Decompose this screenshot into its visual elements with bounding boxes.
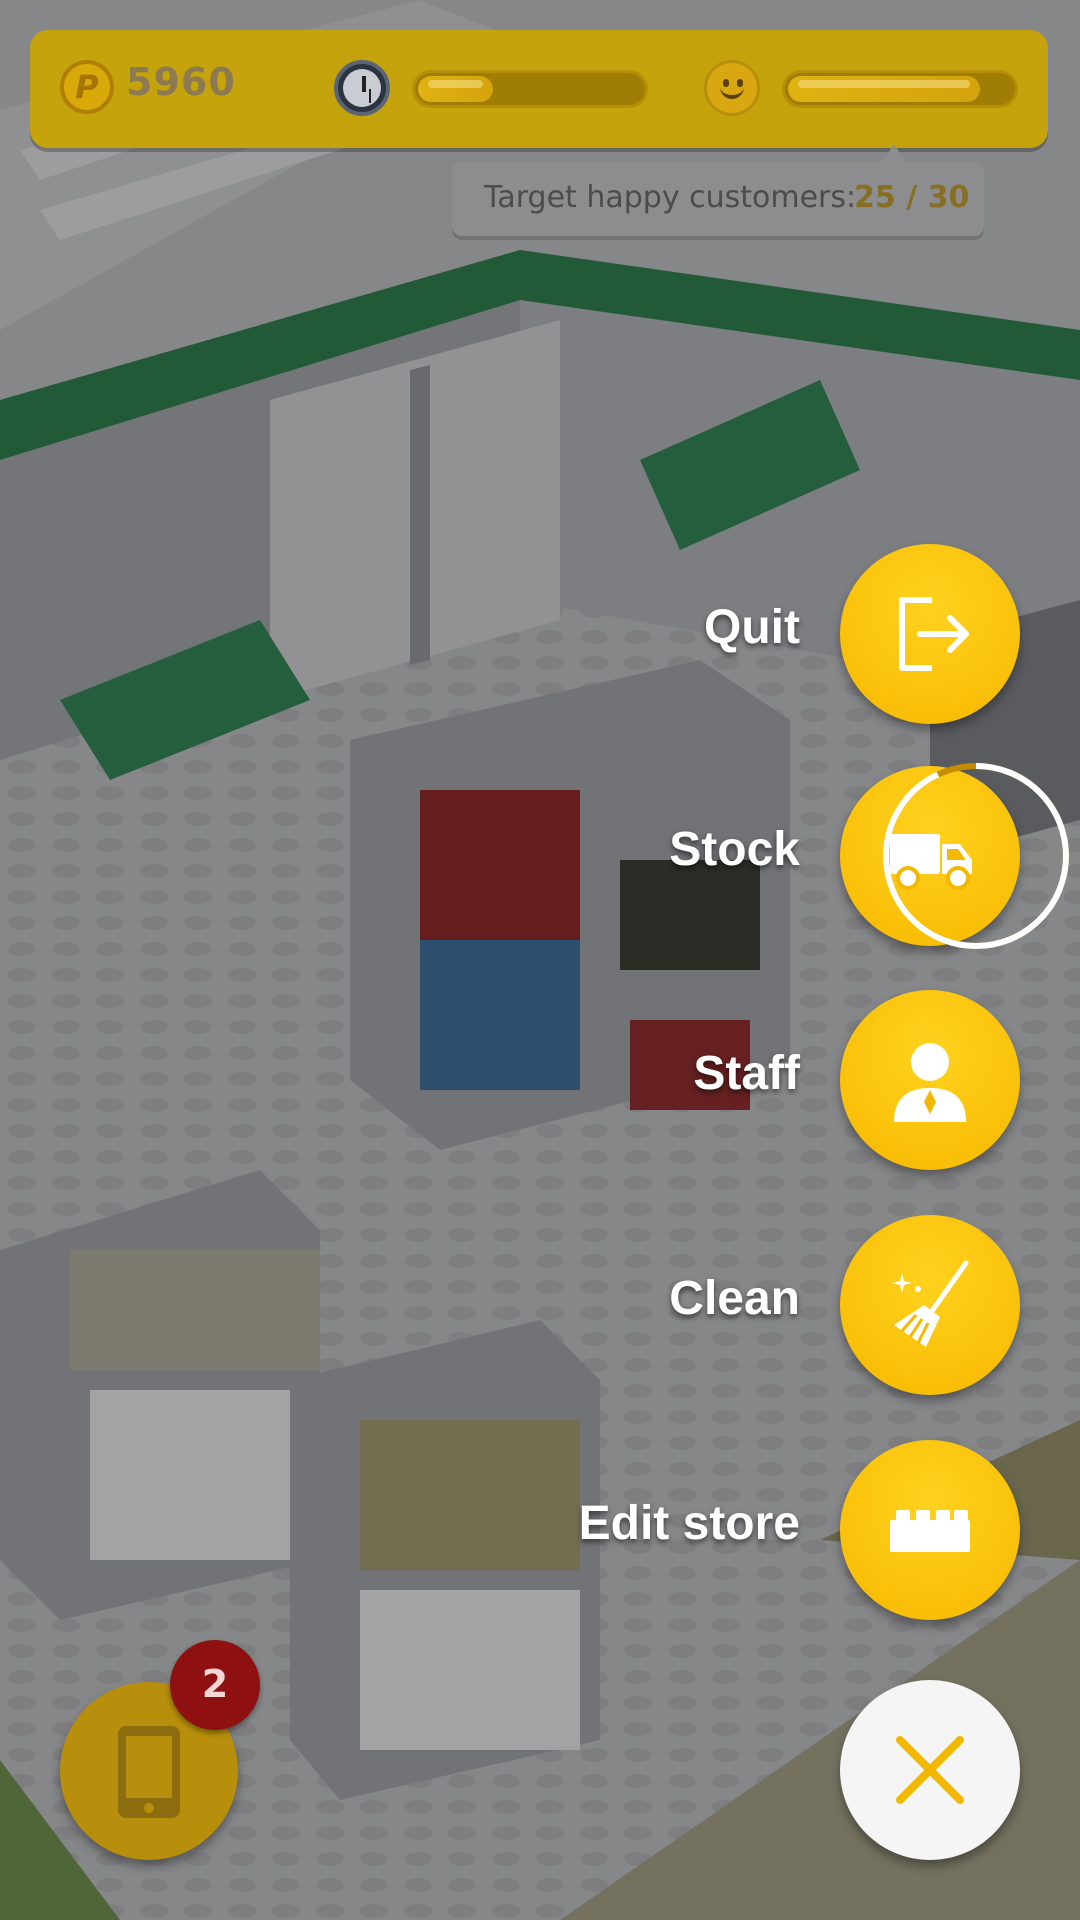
coin-icon: P	[60, 60, 114, 114]
broom-icon	[892, 1260, 969, 1347]
exit-icon	[899, 597, 969, 671]
stock-button[interactable]	[840, 763, 1069, 949]
coin-counter: 5960	[126, 60, 236, 104]
edit-store-button[interactable]	[840, 1440, 1020, 1620]
top-hud: P 5960	[30, 30, 1048, 148]
target-tooltip: Target happy customers: 25 / 30	[452, 144, 984, 236]
dim-overlay	[0, 0, 1080, 1920]
time-progress-fill	[418, 76, 493, 102]
edit-store-label: Edit store	[578, 1497, 800, 1550]
menu-item-quit[interactable]: Quit	[500, 544, 1020, 724]
menu-item-clean[interactable]: Clean	[500, 1215, 1020, 1395]
menu-item-edit-store[interactable]: Edit store	[500, 1440, 1020, 1620]
time-progress-bar	[412, 70, 648, 108]
notification-count: 2	[201, 1662, 229, 1706]
staff-person-icon	[894, 1043, 966, 1122]
notification-badge: 2	[170, 1640, 260, 1730]
happiness-progress-bar	[782, 70, 1018, 108]
phone-icon	[118, 1726, 180, 1818]
brick-icon	[890, 1510, 970, 1552]
menu-item-stock[interactable]: Stock	[500, 763, 1069, 949]
quit-button[interactable]	[840, 544, 1020, 724]
smiley-icon[interactable]	[704, 60, 760, 116]
clean-button[interactable]	[840, 1215, 1020, 1395]
stock-label: Stock	[669, 823, 800, 876]
clean-label: Clean	[669, 1272, 800, 1325]
staff-label: Staff	[693, 1047, 800, 1100]
target-value: 25 / 30	[854, 180, 970, 215]
close-x-icon	[896, 1736, 964, 1804]
target-label: Target happy customers:	[484, 180, 857, 215]
happiness-progress-fill	[788, 76, 980, 102]
menu-item-staff[interactable]: Staff	[500, 990, 1020, 1170]
clock-icon	[334, 60, 390, 116]
truck-icon	[890, 834, 972, 890]
quit-label: Quit	[704, 601, 800, 654]
close-menu-button[interactable]	[840, 1680, 1020, 1860]
staff-button[interactable]	[840, 990, 1020, 1170]
